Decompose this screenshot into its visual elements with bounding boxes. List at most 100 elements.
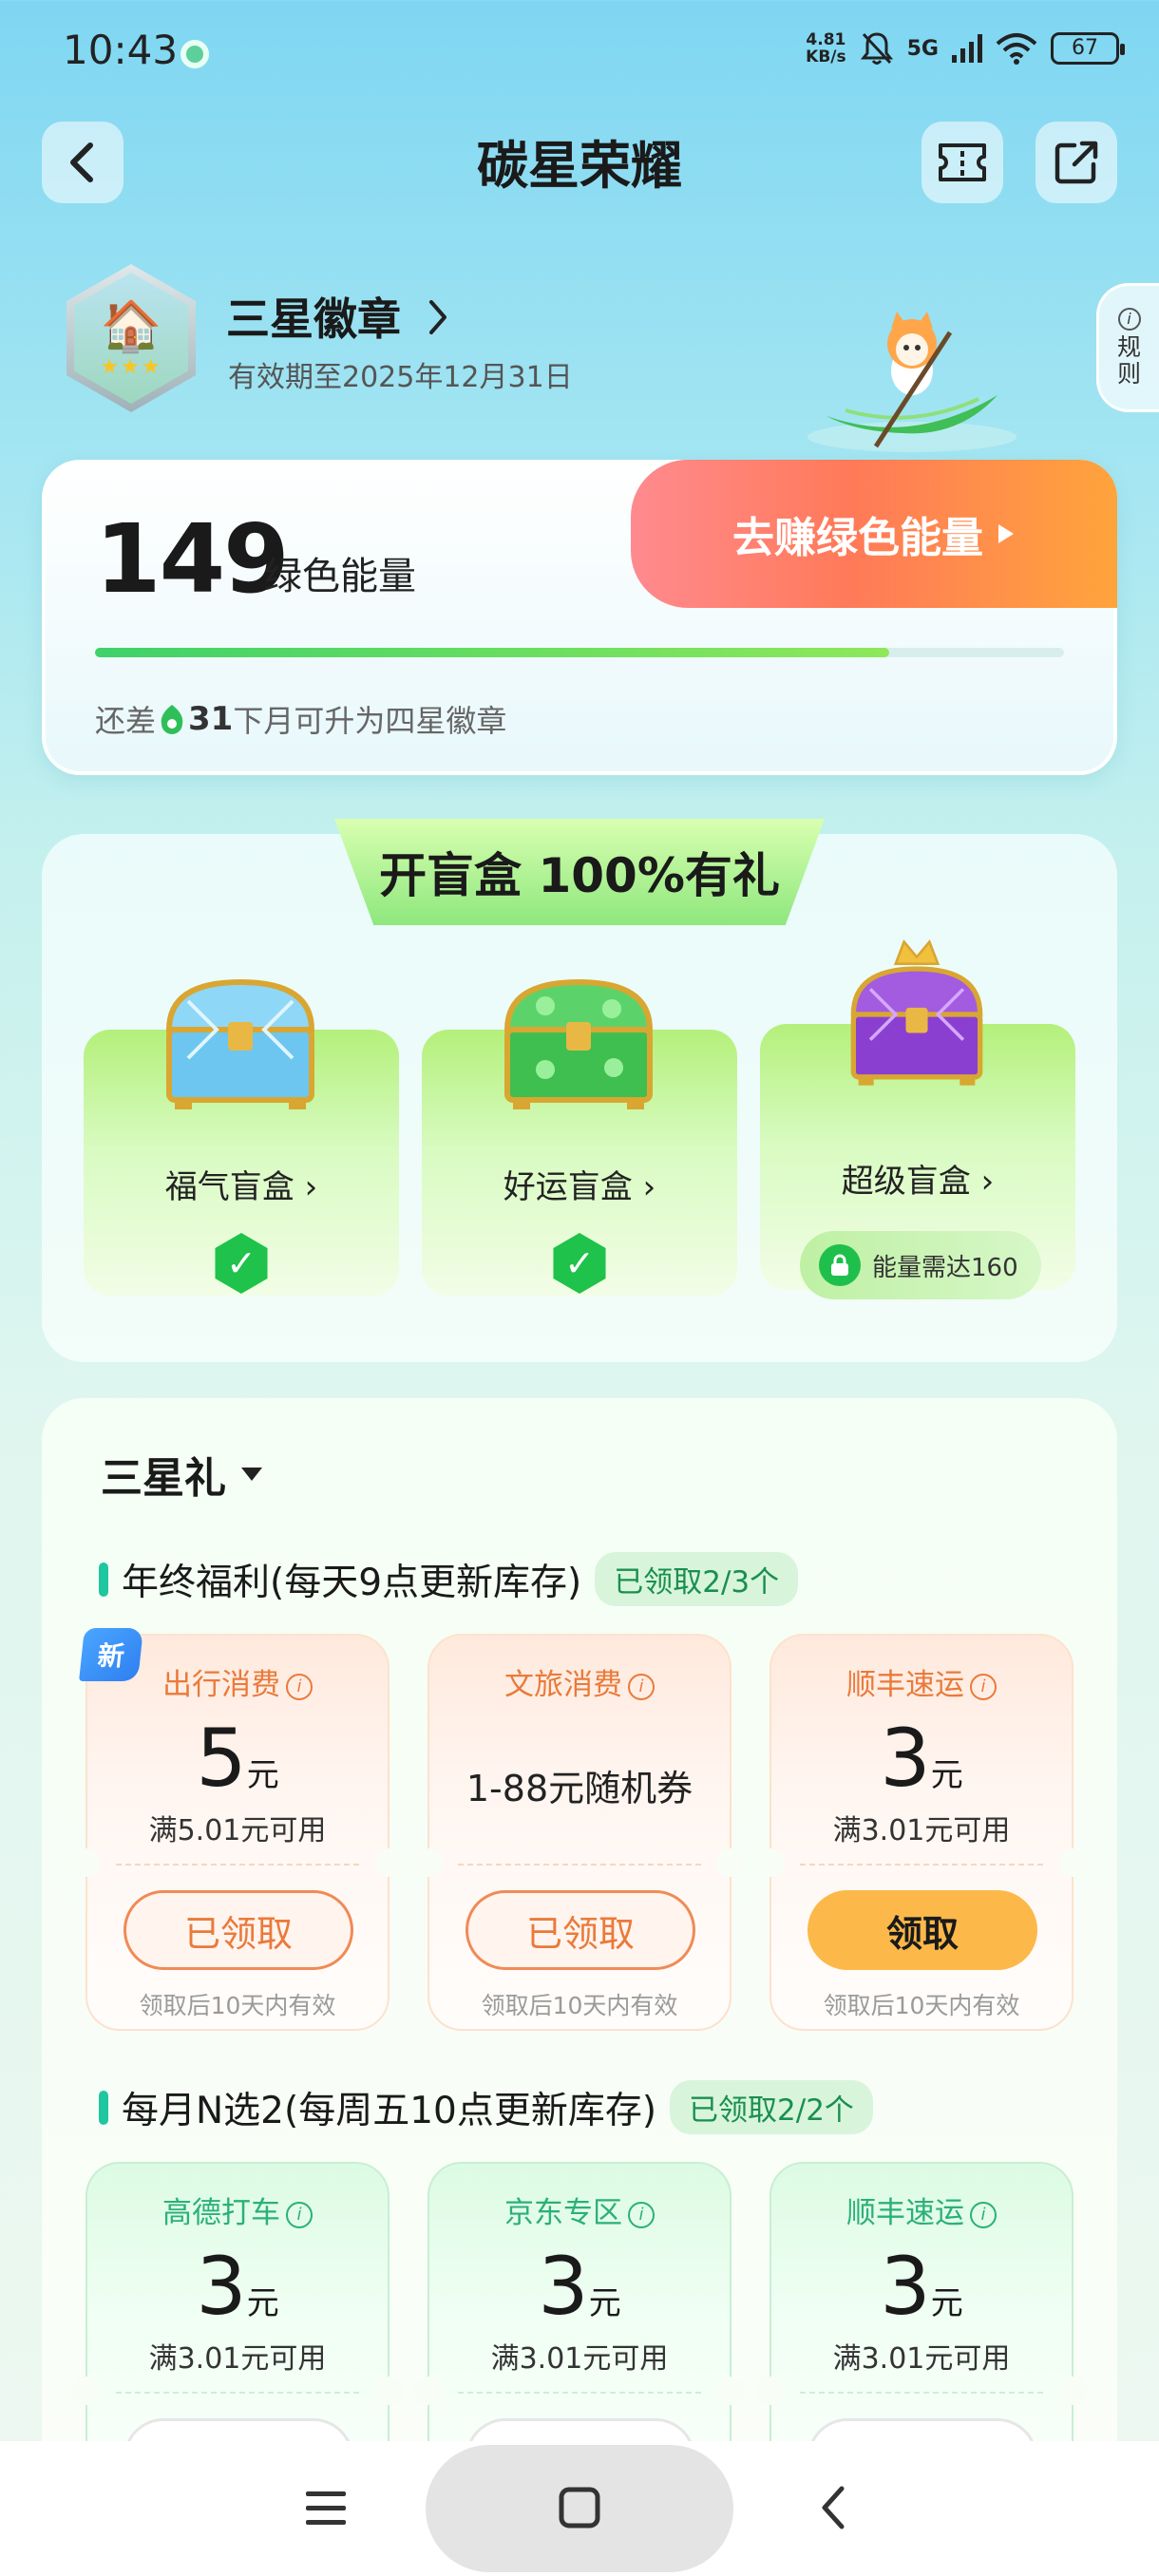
menu-button[interactable] <box>283 2468 369 2548</box>
coupon-name[interactable]: 顺丰速运 i <box>771 1660 1072 1703</box>
ticket-notch <box>414 1848 443 1877</box>
ticket-notch <box>756 1848 785 1877</box>
badge-name: 三星徽章 <box>226 294 401 345</box>
claimed-count-tag: 已领取2/2个 <box>670 2080 873 2134</box>
coupon-name[interactable]: 京东专区 i <box>429 2188 730 2231</box>
section-accent-bar <box>99 2090 108 2125</box>
info-icon[interactable]: i <box>286 2201 313 2228</box>
energy-progress-fill <box>95 648 890 657</box>
section-heading: 每月N选2(每周五10点更新库存) 已领取2/2个 <box>99 2080 873 2134</box>
coupon-validity: 领取后10天内有效 <box>823 1992 1020 2019</box>
purple-crown-chest-icon <box>850 938 983 1086</box>
coupon-condition: 满5.01元可用 <box>148 1814 327 1847</box>
ticket-button[interactable] <box>922 122 1003 203</box>
home-square-icon <box>559 2487 600 2529</box>
coupon-card: 出行消费 i 5元 满5.01元可用 已领取 领取后10天内有效 <box>72 1634 403 2031</box>
coupon-condition: 满3.01元可用 <box>148 2342 327 2376</box>
net-speed: 4.81 KB/s <box>806 30 846 66</box>
coupon-name[interactable]: 高德打车 i <box>87 2188 388 2231</box>
dropdown-triangle-icon <box>241 1468 262 1481</box>
wifi-icon <box>996 33 1037 65</box>
blind-box-label: 好运盲盒 › <box>503 1168 656 1206</box>
energy-unit: 绿色能量 <box>264 555 416 598</box>
coupon-random-text: 1-88元随机券 <box>466 1768 694 1809</box>
dashed-divider <box>458 2392 701 2394</box>
coupon-amount: 3元 <box>538 2240 621 2333</box>
blind-box-banner: 开盲盒 100%有礼 <box>334 819 825 925</box>
ticket-notch <box>414 2377 443 2405</box>
badge-name-link[interactable]: 三星徽章 <box>226 285 450 348</box>
coupon-condition: 满3.01元可用 <box>832 2342 1011 2376</box>
lock-icon <box>819 1244 861 1286</box>
dashed-divider <box>800 2392 1043 2394</box>
new-badge: 新 <box>79 1628 143 1681</box>
share-button[interactable] <box>1036 122 1117 203</box>
coupon-amount: 3元 <box>196 2240 279 2333</box>
claim-button[interactable]: 领取 <box>808 1890 1037 1970</box>
info-icon: i <box>1117 308 1141 331</box>
status-time: 10:43 <box>63 27 179 73</box>
nav-back-icon <box>822 2486 845 2529</box>
energy-progress-bar <box>95 648 1064 657</box>
earn-energy-label: 去赚绿色能量 <box>732 514 983 562</box>
play-arrow-icon <box>998 524 1014 543</box>
badge-inner: 🏠 ★★★ <box>74 273 188 404</box>
section-heading: 年终福利(每天9点更新库存) 已领取2/3个 <box>99 1552 799 1606</box>
blind-box-label: 超级盲盒 › <box>841 1163 995 1201</box>
coupon-validity: 领取后10天内有效 <box>481 1992 678 2019</box>
ticket-notch <box>716 1848 745 1877</box>
claimed-button[interactable]: 已领取 <box>124 1890 353 1970</box>
chevron-right-icon <box>429 300 447 334</box>
home-button[interactable] <box>537 2468 622 2548</box>
status-indicators: 4.81 KB/s 5G 67 <box>806 30 1125 66</box>
info-icon[interactable]: i <box>628 2201 655 2228</box>
ticket-notch <box>716 2377 745 2405</box>
gift-tier-dropdown[interactable]: 三星礼 <box>101 1444 264 1505</box>
dashed-divider <box>116 2392 359 2394</box>
star-badge-icon[interactable]: 🏠 ★★★ <box>66 264 196 412</box>
claimed-count-tag: 已领取2/3个 <box>595 1552 799 1606</box>
energy-requirement-pill: 能量需达160 <box>800 1231 1041 1299</box>
dashed-divider <box>116 1864 359 1866</box>
ticket-notch <box>374 1848 403 1877</box>
share-icon <box>1054 141 1098 184</box>
earn-energy-button[interactable]: 去赚绿色能量 <box>631 460 1117 608</box>
notification-dot-icon <box>180 40 209 68</box>
claimed-button[interactable]: 已领取 <box>466 1890 695 1970</box>
mascot-boat-illustration <box>808 312 1016 452</box>
menu-icon <box>306 2491 346 2525</box>
coupon-name[interactable]: 文旅消费 i <box>429 1660 730 1703</box>
dashed-divider <box>800 1864 1043 1866</box>
coupon-amount: 3元 <box>880 2240 963 2333</box>
green-clover-chest-icon <box>504 978 654 1109</box>
ticket-notch <box>756 2377 785 2405</box>
ticket-notch <box>1058 2377 1087 2405</box>
ticket-notch <box>374 2377 403 2405</box>
coupon-name[interactable]: 顺丰速运 i <box>771 2188 1072 2231</box>
info-icon[interactable]: i <box>970 1673 997 1700</box>
signal-bars-icon <box>952 34 982 63</box>
coupon-amount: 3元 <box>880 1712 963 1805</box>
ticket-notch <box>72 1848 101 1877</box>
battery-indicator: 67 <box>1051 32 1125 65</box>
signal-5g: 5G <box>906 36 939 61</box>
nav-back-button[interactable] <box>790 2468 876 2548</box>
badge-valid-until: 有效期至2025年12月31日 <box>228 361 573 394</box>
coupon-validity: 领取后10天内有效 <box>139 1992 336 2019</box>
info-icon[interactable]: i <box>286 1673 313 1700</box>
info-icon[interactable]: i <box>628 1673 655 1700</box>
ticket-notch <box>1058 1848 1087 1877</box>
three-stars-icon: ★★★ <box>100 354 162 379</box>
energy-value: 149 <box>95 503 290 615</box>
dashed-divider <box>458 1864 701 1866</box>
section-accent-bar <box>99 1562 108 1597</box>
blue-chest-icon <box>165 978 315 1109</box>
gift-tier-title: 三星礼 <box>101 1454 226 1503</box>
coupon-condition: 满3.01元可用 <box>490 2342 669 2376</box>
ticket-notch <box>72 2377 101 2405</box>
rules-tab[interactable]: i 规 则 <box>1096 283 1159 412</box>
energy-hint: 还差 31 下月可升为四星徽章 <box>95 700 507 739</box>
info-icon[interactable]: i <box>970 2201 997 2228</box>
coupon-condition: 满3.01元可用 <box>832 1814 1011 1847</box>
blind-box-label: 福气盲盒 › <box>164 1168 318 1206</box>
